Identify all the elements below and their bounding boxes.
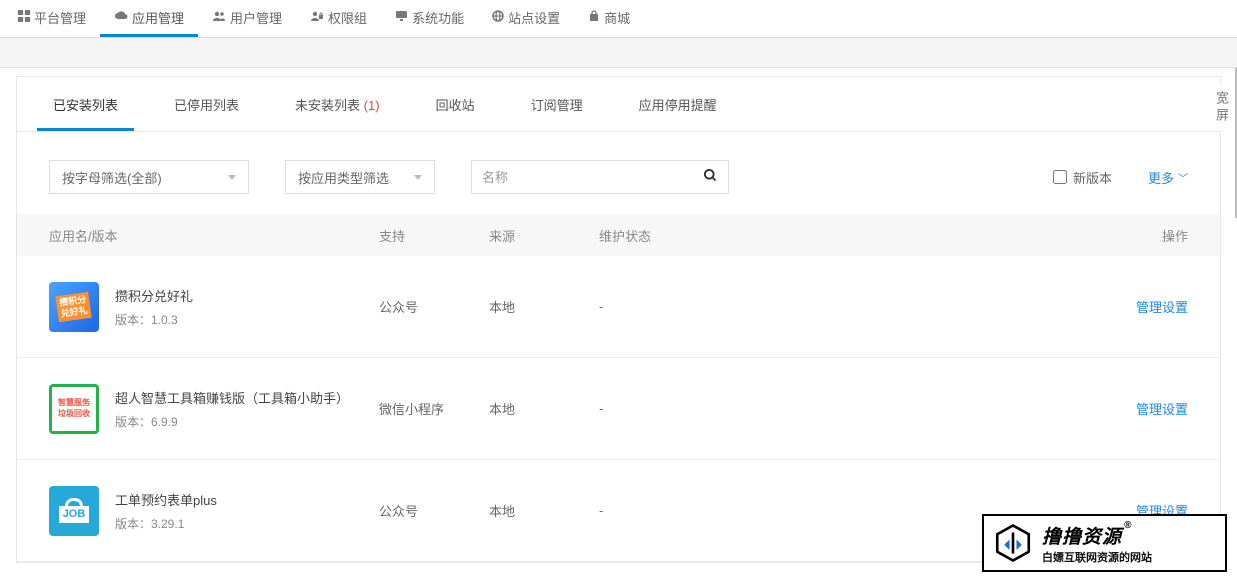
app-name: 攒积分兑好礼 xyxy=(115,286,193,305)
col-support: 支持 xyxy=(379,226,489,245)
col-action: 操作 xyxy=(1108,226,1188,245)
app-icon: JOB xyxy=(49,486,99,536)
app-name: 超人智慧工具箱赚钱版（工具箱小助手） xyxy=(115,388,349,407)
tab-5[interactable]: 应用停用提醒 xyxy=(623,77,733,131)
nav-label: 系统功能 xyxy=(412,8,464,27)
nav-cloud[interactable]: 应用管理 xyxy=(100,0,198,37)
new-version-label: 新版本 xyxy=(1073,168,1112,187)
tabs-bar: 已安装列表 已停用列表 未安装列表 (1) 回收站 订阅管理 应用停用提醒 xyxy=(17,77,1220,132)
app-version: 版本：3.29.1 xyxy=(115,515,217,532)
nav-label: 商城 xyxy=(604,8,630,27)
nav-lock[interactable]: 权限组 xyxy=(296,0,381,37)
letter-filter-select[interactable]: 按字母筛选(全部) xyxy=(49,160,249,194)
type-filter-select[interactable]: 按应用类型筛选 xyxy=(285,160,435,194)
table-header: 应用名/版本 支持 来源 维护状态 操作 xyxy=(17,214,1220,256)
nav-label: 平台管理 xyxy=(34,8,86,27)
cell-source: 本地 xyxy=(489,399,599,418)
chevron-down-icon xyxy=(228,175,236,180)
col-app: 应用名/版本 xyxy=(49,226,379,245)
tab-label: 应用停用提醒 xyxy=(639,98,717,113)
cell-support: 公众号 xyxy=(379,501,489,520)
nav-users[interactable]: 用户管理 xyxy=(198,0,296,37)
cell-source: 本地 xyxy=(489,501,599,520)
nav-label: 权限组 xyxy=(328,8,367,27)
tab-label: 已停用列表 xyxy=(174,98,239,113)
letter-filter-label: 按字母筛选(全部) xyxy=(62,168,162,187)
cell-support: 微信小程序 xyxy=(379,399,489,418)
globe-icon xyxy=(492,10,504,25)
tab-label: 回收站 xyxy=(436,98,475,113)
search-icon[interactable] xyxy=(703,168,718,186)
more-link[interactable]: 更多 ﹀ xyxy=(1148,168,1188,187)
nav-monitor[interactable]: 系统功能 xyxy=(381,0,478,37)
lock-icon xyxy=(310,10,324,25)
filter-row: 按字母筛选(全部) 按应用类型筛选 新版本 更多 ﹀ xyxy=(17,132,1220,214)
wide-screen-toggle[interactable]: 宽屏 xyxy=(1209,85,1233,131)
cloud-icon xyxy=(114,10,128,25)
watermark-r: ® xyxy=(1124,520,1132,531)
nav-grid[interactable]: 平台管理 xyxy=(4,0,100,37)
nav-label: 站点设置 xyxy=(508,8,560,27)
cell-status: - xyxy=(599,401,1108,416)
new-version-checkbox[interactable]: 新版本 xyxy=(1053,168,1112,187)
monitor-icon xyxy=(395,10,408,25)
grid-icon xyxy=(18,10,30,25)
tab-2[interactable]: 未安装列表 (1) xyxy=(279,77,396,131)
cell-source: 本地 xyxy=(489,297,599,316)
watermark-title: 撸撸资源 xyxy=(1042,522,1122,549)
nav-globe[interactable]: 站点设置 xyxy=(478,0,574,37)
top-nav: 平台管理 应用管理 用户管理 权限组 系统功能 站点设置 商城 xyxy=(0,0,1237,38)
watermark-sub: 白嫖互联网资源的网站 xyxy=(1042,549,1152,565)
nav-label: 应用管理 xyxy=(132,8,184,27)
search-input[interactable] xyxy=(482,170,703,185)
type-filter-label: 按应用类型筛选 xyxy=(298,168,389,187)
app-version: 版本：6.9.9 xyxy=(115,413,349,430)
manage-link[interactable]: 管理设置 xyxy=(1136,402,1188,417)
tab-4[interactable]: 订阅管理 xyxy=(515,77,599,131)
watermark-logo-icon xyxy=(992,522,1034,564)
chevron-down-icon: ﹀ xyxy=(1178,170,1188,185)
tab-label: 订阅管理 xyxy=(531,98,583,113)
bag-icon xyxy=(588,10,600,25)
more-label: 更多 xyxy=(1148,168,1174,187)
search-box xyxy=(471,160,729,194)
cell-support: 公众号 xyxy=(379,297,489,316)
tab-label: 未安装列表 xyxy=(295,98,360,113)
new-version-input[interactable] xyxy=(1053,170,1067,184)
nav-label: 用户管理 xyxy=(230,8,282,27)
cell-status: - xyxy=(599,299,1108,314)
nav-bag[interactable]: 商城 xyxy=(574,0,644,37)
app-name: 工单预约表单plus xyxy=(115,490,217,509)
watermark: 撸撸资源 ® 白嫖互联网资源的网站 xyxy=(982,514,1227,572)
tab-3[interactable]: 回收站 xyxy=(420,77,491,131)
table-row: 攒积分兑好礼攒积分兑好礼版本：1.0.3 公众号本地- 管理设置 xyxy=(17,256,1220,358)
main-card: 已安装列表 已停用列表 未安装列表 (1) 回收站 订阅管理 应用停用提醒 按字母筛选(全… xyxy=(16,76,1221,563)
tab-label: 已安装列表 xyxy=(53,98,118,113)
gap-bar xyxy=(0,38,1237,68)
app-icon: 攒积分兑好礼 xyxy=(49,282,99,332)
tab-count: (1) xyxy=(364,98,380,113)
table-row: 智慧服务垃圾回收超人智慧工具箱赚钱版（工具箱小助手） 版本：6.9.9 微信小程序本… xyxy=(17,358,1220,460)
watermark-text: 撸撸资源 ® 白嫖互联网资源的网站 xyxy=(1042,522,1152,565)
chevron-down-icon xyxy=(414,175,422,180)
app-icon: 智慧服务垃圾回收 xyxy=(49,384,99,434)
users-icon xyxy=(212,10,226,25)
col-source: 来源 xyxy=(489,226,599,245)
col-status: 维护状态 xyxy=(599,226,1108,245)
tab-0[interactable]: 已安装列表 xyxy=(37,77,134,131)
app-version: 版本：1.0.3 xyxy=(115,311,193,328)
manage-link[interactable]: 管理设置 xyxy=(1136,300,1188,315)
tab-1[interactable]: 已停用列表 xyxy=(158,77,255,131)
